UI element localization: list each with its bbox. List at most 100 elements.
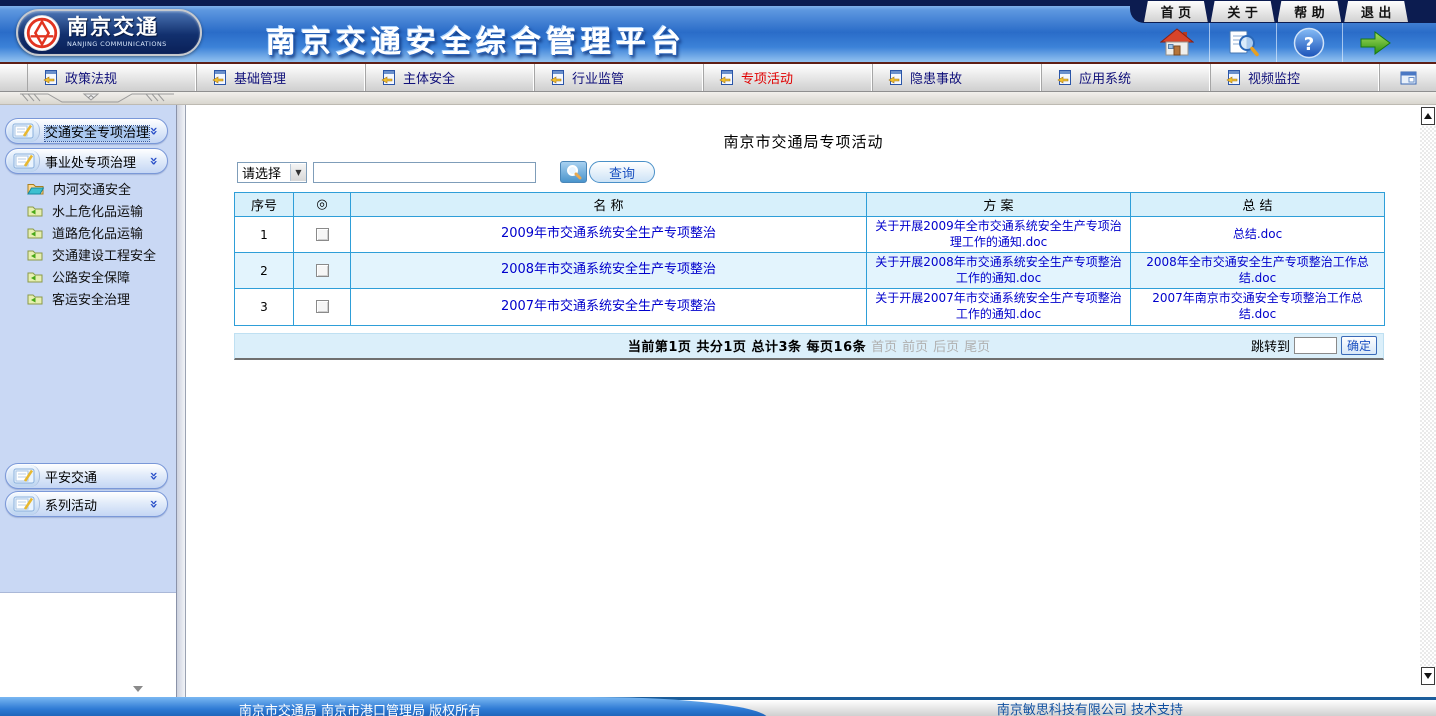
document-icon (888, 69, 903, 86)
help-button[interactable]: ? (1276, 23, 1342, 62)
pagination-prev[interactable]: 前页 (902, 336, 928, 355)
filter-select[interactable]: 请选择 ▼ (237, 162, 307, 183)
summary-doc-link[interactable]: 总结.doc (1233, 227, 1282, 241)
sidebar-scroll-down-icon[interactable] (133, 686, 143, 692)
plan-doc-link[interactable]: 关于开展2008年市交通系统安全生产专项整治工作的通知.doc (875, 255, 1122, 285)
content-title: 南京市交通局专项活动 (187, 131, 1420, 152)
row-no: 3 (235, 289, 294, 325)
query-button[interactable]: 查询 (560, 161, 655, 183)
top-link-home[interactable]: 首 页 (1144, 1, 1208, 22)
sidebar-collapse-handle-icon[interactable] (18, 93, 178, 104)
nav-tab-subject-safety[interactable]: 主体安全 (366, 64, 535, 91)
row-checkbox[interactable] (316, 264, 329, 277)
row-checkbox[interactable] (316, 228, 329, 241)
jump-to-label: 跳转到 (1251, 336, 1290, 355)
sidebar-group-division-special[interactable]: 事业处专项治理 » (5, 148, 168, 174)
nav-tab-base-mgmt[interactable]: 基础管理 (197, 64, 366, 91)
filter-select-value: 请选择 (242, 163, 281, 182)
nav-tab-label: 主体安全 (403, 68, 455, 87)
notepad-icon (8, 493, 40, 515)
plan-doc-link[interactable]: 关于开展2009年全市交通系统安全生产专项治理工作的通知.doc (875, 219, 1122, 249)
footer: 南京市交通局 南京市港口管理局 版权所有 南京敏思科技有限公司 技术支持 (0, 697, 1436, 716)
plan-doc-link[interactable]: 关于开展2007年市交通系统安全生产专项整治工作的通知.doc (875, 291, 1122, 321)
sidebar-item-road-hazmat[interactable]: 道路危化品运输 (0, 221, 176, 243)
header: 南京交通 NANJING COMMUNICATIONS 南京交通安全综合管理平台… (0, 0, 1436, 62)
header-name: 名 称 (351, 193, 867, 217)
sidebar-group-traffic-safety-special[interactable]: 交通安全专项治理 » (5, 118, 168, 144)
main-nav: 政策法规 基础管理 主体安全 行业监管 专项活动 隐患事故 应用系统 视频监控 (0, 62, 1436, 92)
sidebar-splitter[interactable] (176, 105, 186, 697)
nav-tab-label: 专项活动 (741, 68, 793, 87)
sidebar-item-passenger-safety[interactable]: 客运安全治理 (0, 287, 176, 309)
activity-name-link[interactable]: 2007年市交通系统安全生产专项整治 (501, 299, 716, 314)
summary-doc-link[interactable]: 2008年全市交通安全生产专项整治工作总结.doc (1146, 255, 1369, 285)
nav-tab-application-systems[interactable]: 应用系统 (1042, 64, 1211, 91)
exit-arrow-icon (1357, 28, 1393, 58)
home-icon (1160, 28, 1194, 58)
exit-button[interactable] (1342, 23, 1408, 62)
home-button[interactable] (1144, 23, 1209, 62)
table-row: 2 2008年市交通系统安全生产专项整治 关于开展2008年市交通系统安全生产专… (235, 253, 1385, 289)
sidebar-group-series-activities[interactable]: 系列活动 » (5, 491, 168, 517)
body: 交通安全专项治理 » 事业处专项治理 » 内河交通安全 水上危化品运输 (0, 105, 1436, 697)
sidebar-item-label: 道路危化品运输 (52, 223, 143, 242)
footer-copyright: 南京市交通局 南京市港口管理局 版权所有 (0, 700, 720, 716)
sidebar-group-safe-traffic[interactable]: 平安交通 » (5, 463, 168, 489)
top-link-help[interactable]: 帮 助 (1278, 1, 1342, 22)
sidebar-item-label: 水上危化品运输 (52, 201, 143, 220)
pagination-first[interactable]: 首页 (871, 336, 897, 355)
nav-tab-label: 政策法规 (65, 68, 117, 87)
nav-tab-policy[interactable]: 政策法规 (28, 64, 197, 91)
scrollbar-track[interactable] (1420, 126, 1436, 667)
nanjing-communications-emblem-icon (23, 14, 61, 52)
table-header-row: 序号 ◎ 名 称 方 案 总 结 (235, 193, 1385, 217)
scrollbar-up-button[interactable] (1421, 107, 1435, 125)
sidebar-item-construction-safety[interactable]: 交通建设工程安全 (0, 243, 176, 265)
sidebar-group-label: 系列活动 (45, 499, 97, 514)
nav-tab-industry-supervision[interactable]: 行业监管 (535, 64, 704, 91)
sidebar-item-highway-safety[interactable]: 公路安全保障 (0, 265, 176, 287)
document-icon (550, 69, 565, 86)
folder-icon (27, 226, 43, 239)
pagination-next[interactable]: 后页 (933, 336, 959, 355)
chevron-down-icon: » (145, 156, 161, 165)
nav-tab-label: 隐患事故 (910, 68, 962, 87)
pagination-last[interactable]: 尾页 (964, 336, 990, 355)
header-summary: 总 结 (1131, 193, 1385, 217)
sidebar-item-inland-river-safety[interactable]: 内河交通安全 (0, 177, 176, 199)
search-input[interactable] (313, 162, 536, 183)
notepad-icon (8, 150, 40, 172)
document-icon (43, 69, 58, 86)
confirm-button[interactable]: 确定 (1341, 336, 1377, 355)
nav-tab-label: 应用系统 (1079, 68, 1131, 87)
toolbar-strip (0, 92, 1436, 105)
nav-tab-special-activities[interactable]: 专项活动 (704, 64, 873, 91)
chevron-down-icon: » (145, 499, 161, 508)
nav-tab-video-monitoring[interactable]: 视频监控 (1211, 64, 1380, 91)
nav-tab-label: 视频监控 (1248, 68, 1300, 87)
activity-name-link[interactable]: 2008年市交通系统安全生产专项整治 (501, 262, 716, 277)
window-icon (1400, 71, 1417, 85)
scrollbar-down-button[interactable] (1421, 667, 1435, 685)
search-bar: 请选择 ▼ 查询 (237, 161, 1420, 183)
row-checkbox[interactable] (316, 300, 329, 313)
jump-page-input[interactable] (1294, 337, 1337, 354)
header-plan: 方 案 (867, 193, 1131, 217)
search-button[interactable] (1209, 23, 1275, 62)
top-menu-icons: ? (1144, 23, 1408, 62)
header-select: ◎ (294, 193, 351, 217)
vertical-scrollbar[interactable] (1420, 105, 1436, 697)
sidebar-item-water-hazmat[interactable]: 水上危化品运输 (0, 199, 176, 221)
activity-name-link[interactable]: 2009年市交通系统安全生产专项整治 (501, 226, 716, 241)
sidebar-item-label: 内河交通安全 (53, 179, 131, 198)
nav-tab-hidden-danger[interactable]: 隐患事故 (873, 64, 1042, 91)
summary-doc-link[interactable]: 2007年南京市交通安全专项整治工作总结.doc (1152, 291, 1363, 321)
window-layout-button[interactable] (1380, 64, 1436, 91)
folder-icon (27, 292, 43, 305)
top-link-exit[interactable]: 退 出 (1344, 1, 1408, 22)
sidebar-group-label: 交通安全专项治理 (45, 126, 149, 141)
svg-text:?: ? (1304, 34, 1314, 55)
folder-icon (27, 248, 43, 261)
notepad-icon (8, 120, 40, 142)
top-link-about[interactable]: 关 于 (1211, 1, 1275, 22)
